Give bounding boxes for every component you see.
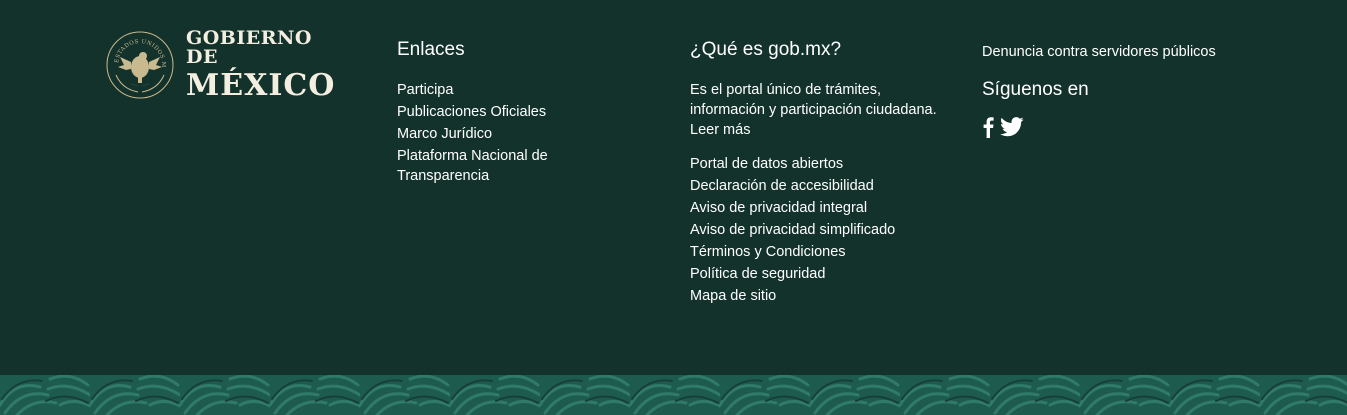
twitter-icon[interactable]: [1000, 117, 1024, 142]
gob-column: ¿Qué es gob.mx? Es el portal único de tr…: [690, 38, 950, 308]
link-plataforma-transparencia[interactable]: Plataforma Nacional de Transparencia: [397, 146, 627, 186]
link-participa[interactable]: Participa: [397, 80, 627, 100]
gob-heading: ¿Qué es gob.mx?: [690, 39, 842, 60]
logo-line2: MÉXICO: [186, 68, 336, 103]
gobierno-logo[interactable]: ESTADOS UNIDOS MEXICANOS GOBIERNO DE MÉX…: [104, 29, 344, 101]
decorative-pattern-band: [0, 375, 1347, 415]
site-footer: ESTADOS UNIDOS MEXICANOS GOBIERNO DE MÉX…: [0, 0, 1347, 375]
logo-wordmark: GOBIERNO DE MÉXICO: [186, 29, 344, 101]
link-seguridad[interactable]: Política de seguridad: [690, 264, 950, 284]
gob-description[interactable]: Es el portal único de trámites, informac…: [690, 80, 950, 140]
coat-of-arms-icon: ESTADOS UNIDOS MEXICANOS: [104, 29, 174, 99]
link-privacidad-integral[interactable]: Aviso de privacidad integral: [690, 198, 950, 218]
logo-line1: GOBIERNO DE: [186, 27, 312, 68]
pattern-graphic: [0, 375, 1347, 415]
enlaces-heading: Enlaces: [397, 39, 465, 60]
right-column: Denuncia contra servidores públicos Sígu…: [982, 42, 1312, 143]
facebook-icon[interactable]: [982, 116, 994, 143]
link-accesibilidad[interactable]: Declaración de accesibilidad: [690, 176, 950, 196]
social-links: [982, 116, 1312, 143]
siguenos-heading: Síguenos en: [982, 79, 1089, 100]
enlaces-column: Enlaces Participa Publicaciones Oficiale…: [397, 38, 627, 188]
link-privacidad-simplificado[interactable]: Aviso de privacidad simplificado: [690, 220, 950, 240]
gob-links-list: Portal de datos abiertos Declaración de …: [690, 154, 950, 306]
link-mapa-sitio[interactable]: Mapa de sitio: [690, 286, 950, 306]
enlaces-list: Participa Publicaciones Oficiales Marco …: [397, 80, 627, 186]
link-denuncia[interactable]: Denuncia contra servidores públicos: [982, 42, 1312, 62]
link-datos-abiertos[interactable]: Portal de datos abiertos: [690, 154, 950, 174]
link-marco-juridico[interactable]: Marco Jurídico: [397, 124, 627, 144]
link-terminos[interactable]: Términos y Condiciones: [690, 242, 950, 262]
link-publicaciones-oficiales[interactable]: Publicaciones Oficiales: [397, 102, 627, 122]
